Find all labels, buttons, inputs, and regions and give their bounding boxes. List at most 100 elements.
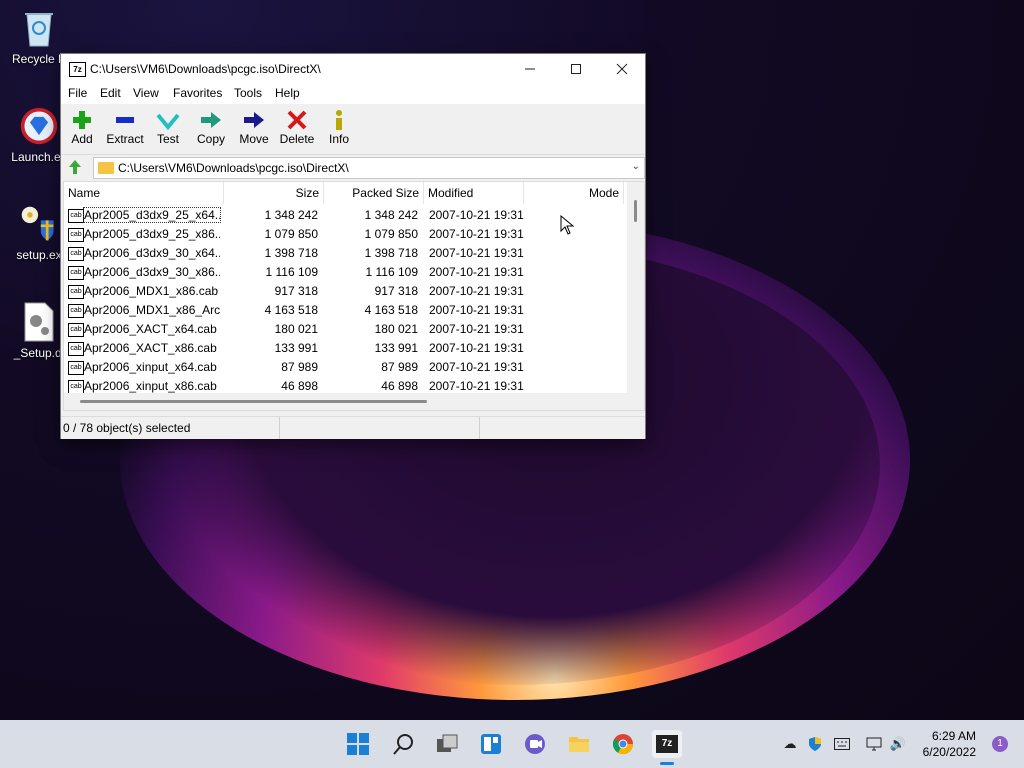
table-row[interactable]: cab Apr2006_xinput_x64.cab 87 989 87 989 200… bbox=[64, 358, 624, 377]
volume-icon[interactable]: 🔊 bbox=[888, 734, 908, 754]
minimize-button[interactable] bbox=[507, 54, 553, 84]
table-row[interactable]: cab Apr2005_d3dx9_25_x86.... 1 079 850 1 07… bbox=[64, 225, 624, 244]
chrome-button[interactable] bbox=[608, 730, 638, 758]
active-app-indicator bbox=[660, 762, 674, 765]
onedrive-offline-icon[interactable]: ☁ bbox=[780, 734, 800, 754]
test-button[interactable]: Test bbox=[155, 108, 181, 146]
vertical-scrollbar[interactable] bbox=[627, 182, 644, 410]
toolbar-label: Copy bbox=[196, 132, 225, 146]
search-button[interactable] bbox=[388, 730, 418, 758]
move-button[interactable]: Move bbox=[237, 108, 271, 146]
table-row[interactable]: cab Apr2006_MDX1_x86.cab 917 318 917 318 200… bbox=[64, 282, 624, 301]
dll-gear-icon bbox=[19, 302, 59, 342]
file-size: 180 021 bbox=[274, 322, 318, 336]
menu-file[interactable]: File bbox=[68, 86, 87, 100]
file-size: 917 318 bbox=[274, 284, 318, 298]
file-name: Apr2005_d3dx9_25_x86.... bbox=[84, 227, 220, 241]
file-modified: 2007-10-21 19:31 bbox=[429, 379, 524, 393]
column-mode[interactable]: Mode bbox=[524, 182, 624, 204]
file-size: 4 163 518 bbox=[264, 303, 318, 317]
7z-app-icon: 7z bbox=[656, 735, 678, 753]
table-row[interactable]: cab Apr2006_XACT_x86.cab 133 991 133 991 200… bbox=[64, 339, 624, 358]
file-size: 1 116 109 bbox=[265, 265, 319, 279]
copy-button[interactable]: Copy bbox=[195, 108, 227, 146]
add-button[interactable]: Add bbox=[69, 108, 95, 146]
file-name: Apr2006_d3dx9_30_x64.... bbox=[84, 246, 220, 260]
maximize-icon bbox=[571, 64, 581, 74]
folder-icon bbox=[569, 737, 589, 752]
table-row[interactable]: cab Apr2006_d3dx9_30_x86.... 1 116 109 1 11… bbox=[64, 263, 624, 282]
file-modified: 2007-10-21 19:31 bbox=[429, 322, 524, 336]
diamond-launch-icon bbox=[19, 106, 59, 146]
file-name: Apr2005_d3dx9_25_x64.... bbox=[83, 207, 221, 223]
column-modified[interactable]: Modified bbox=[424, 182, 524, 204]
toolbar-label: Extract bbox=[106, 132, 144, 146]
mouse-cursor-icon bbox=[560, 215, 574, 235]
maximize-button[interactable] bbox=[553, 54, 599, 84]
chrome-icon bbox=[612, 734, 634, 755]
minimize-icon bbox=[525, 68, 535, 70]
file-packed-size: 87 989 bbox=[381, 360, 418, 374]
table-row[interactable]: cab Apr2006_d3dx9_30_x64.... 1 398 718 1 39… bbox=[64, 244, 624, 263]
start-button[interactable] bbox=[343, 730, 373, 758]
address-input[interactable]: C:\Users\VM6\Downloads\pcgc.iso\DirectX\… bbox=[93, 157, 645, 179]
info-button[interactable]: Info bbox=[327, 108, 351, 146]
toolbar-label: Delete bbox=[279, 132, 315, 146]
horizontal-scroll-thumb[interactable] bbox=[80, 400, 427, 403]
menu-view[interactable]: View bbox=[133, 86, 159, 100]
task-view-icon bbox=[437, 734, 458, 752]
cab-file-icon: cab bbox=[68, 380, 84, 394]
file-name: Apr2006_xinput_x64.cab bbox=[84, 360, 217, 374]
clock[interactable]: 6:29 AM 6/20/2022 bbox=[923, 728, 976, 760]
widgets-button[interactable] bbox=[476, 730, 506, 758]
file-list[interactable]: Name Size Packed Size Modified Mode cab A… bbox=[63, 181, 645, 411]
table-row[interactable]: cab Apr2005_d3dx9_25_x64.... 1 348 242 1 34… bbox=[64, 206, 624, 225]
file-modified: 2007-10-21 19:31 bbox=[429, 303, 524, 317]
menu-edit[interactable]: Edit bbox=[100, 86, 121, 100]
menu-help[interactable]: Help bbox=[275, 86, 300, 100]
menu-bar: File Edit View Favorites Tools Help bbox=[61, 84, 645, 104]
horizontal-scrollbar[interactable] bbox=[64, 393, 627, 410]
table-row[interactable]: cab Apr2006_MDX1_x86_Arc... 4 163 518 4 163… bbox=[64, 301, 624, 320]
keyboard-icon[interactable] bbox=[832, 734, 852, 754]
7zip-taskbar-button[interactable]: 7z bbox=[652, 730, 682, 758]
file-name: Apr2006_XACT_x86.cab bbox=[84, 341, 217, 355]
column-packed-size[interactable]: Packed Size bbox=[324, 182, 424, 204]
menu-tools[interactable]: Tools bbox=[234, 86, 262, 100]
file-explorer-button[interactable] bbox=[564, 730, 594, 758]
file-packed-size: 46 898 bbox=[381, 379, 418, 393]
table-row[interactable]: cab Apr2006_XACT_x64.cab 180 021 180 021 200… bbox=[64, 320, 624, 339]
chat-icon bbox=[525, 734, 545, 754]
cab-file-icon: cab bbox=[68, 266, 84, 280]
title-bar[interactable]: 7z C:\Users\VM6\Downloads\pcgc.iso\Direc… bbox=[61, 54, 645, 84]
task-view-button[interactable] bbox=[432, 730, 462, 758]
chevron-down-icon[interactable]: ⌄ bbox=[632, 161, 640, 172]
extract-button[interactable]: Extract bbox=[105, 108, 145, 146]
menu-favorites[interactable]: Favorites bbox=[173, 86, 222, 100]
app-7z-icon: 7z bbox=[69, 62, 86, 77]
file-modified: 2007-10-21 19:31 bbox=[429, 341, 524, 355]
network-icon[interactable] bbox=[864, 734, 884, 754]
widgets-icon bbox=[481, 734, 501, 754]
file-packed-size: 133 991 bbox=[374, 341, 418, 355]
file-size: 133 991 bbox=[274, 341, 318, 355]
column-size[interactable]: Size bbox=[224, 182, 324, 204]
file-packed-size: 1 079 850 bbox=[364, 227, 418, 241]
vertical-scroll-thumb[interactable] bbox=[634, 200, 637, 222]
teams-chat-button[interactable] bbox=[520, 730, 550, 758]
toolbar: Add Extract Test Copy Move Delete Info bbox=[61, 104, 645, 155]
info-icon bbox=[336, 110, 342, 130]
defender-shield-icon[interactable] bbox=[805, 734, 825, 754]
file-size: 1 348 242 bbox=[264, 208, 318, 222]
notification-badge[interactable]: 1 bbox=[992, 736, 1008, 752]
cab-file-icon: cab bbox=[68, 247, 84, 261]
delete-button[interactable]: Delete bbox=[279, 108, 315, 146]
up-folder-button[interactable] bbox=[65, 158, 85, 176]
file-name: Apr2006_d3dx9_30_x86.... bbox=[84, 265, 220, 279]
file-size: 46 898 bbox=[281, 379, 318, 393]
column-name[interactable]: Name bbox=[64, 182, 224, 204]
file-packed-size: 917 318 bbox=[374, 284, 418, 298]
close-button[interactable] bbox=[599, 54, 645, 84]
file-packed-size: 1 348 242 bbox=[364, 208, 418, 222]
file-modified: 2007-10-21 19:31 bbox=[429, 246, 524, 260]
